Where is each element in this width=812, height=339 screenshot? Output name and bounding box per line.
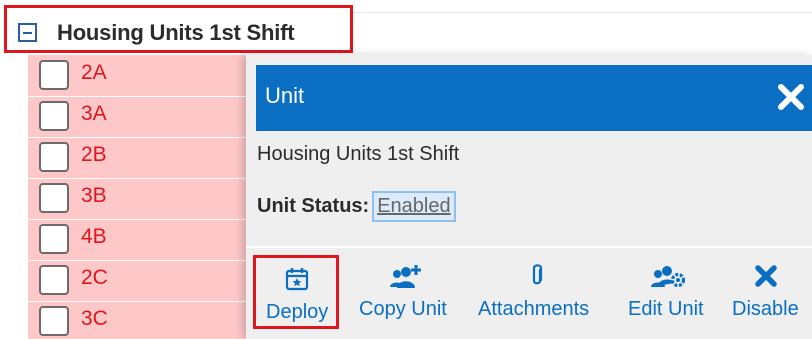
unit-row[interactable]: 2B bbox=[28, 137, 250, 179]
unit-popup: Unit Housing Units 1st Shift Unit Status… bbox=[246, 55, 812, 339]
unit-checkbox[interactable] bbox=[39, 265, 69, 295]
unit-row[interactable]: 3A bbox=[28, 96, 250, 138]
unit-label: 2B bbox=[81, 143, 107, 166]
unit-label: 2A bbox=[81, 61, 107, 84]
unit-status-label: Unit Status: bbox=[257, 195, 370, 217]
deploy-label: Deploy bbox=[266, 301, 329, 323]
close-button[interactable] bbox=[776, 82, 806, 112]
deploy-button[interactable]: Deploy bbox=[253, 255, 339, 329]
unit-label: 3B bbox=[81, 184, 107, 207]
group-title: Housing Units 1st Shift bbox=[57, 20, 295, 45]
unit-label: 3C bbox=[81, 307, 108, 330]
unit-status-row: Unit Status: Enabled bbox=[257, 191, 456, 222]
popup-title: Unit bbox=[265, 83, 305, 108]
users-plus-icon bbox=[390, 265, 421, 288]
edit-unit-button[interactable]: Edit Unit bbox=[627, 255, 711, 329]
unit-label: 4B bbox=[81, 225, 107, 248]
unit-label: 3A bbox=[81, 102, 107, 125]
unit-checkbox[interactable] bbox=[39, 101, 69, 131]
popup-header: Unit bbox=[256, 65, 812, 131]
unit-status-link[interactable]: Enabled bbox=[372, 191, 456, 222]
unit-row[interactable]: 4B bbox=[28, 219, 250, 261]
unit-row[interactable]: 2C bbox=[28, 260, 250, 302]
unit-checkbox[interactable] bbox=[39, 224, 69, 254]
top-divider bbox=[353, 12, 812, 13]
unit-name: Housing Units 1st Shift bbox=[257, 143, 460, 165]
unit-checkbox[interactable] bbox=[39, 60, 69, 90]
attachments-label: Attachments bbox=[478, 298, 590, 320]
attachments-button[interactable]: Attachments bbox=[477, 255, 603, 329]
unit-row[interactable]: 3B bbox=[28, 178, 250, 220]
unit-checkbox[interactable] bbox=[39, 142, 69, 172]
toolbar-divider bbox=[246, 246, 812, 248]
collapse-icon[interactable] bbox=[18, 23, 37, 42]
disable-label: Disable bbox=[732, 298, 799, 320]
users-gear-icon bbox=[651, 266, 686, 288]
disable-button[interactable]: Disable bbox=[731, 255, 807, 329]
edit-unit-label: Edit Unit bbox=[628, 298, 704, 320]
group-header: Housing Units 1st Shift bbox=[4, 5, 353, 53]
unit-list: 2A 3A 2B 3B 4B 2C 3C bbox=[28, 55, 250, 339]
unit-label: 2C bbox=[81, 266, 108, 289]
calendar-star-icon bbox=[285, 268, 309, 291]
x-icon bbox=[755, 265, 777, 287]
unit-row[interactable]: 2A bbox=[28, 55, 250, 97]
unit-row[interactable]: 3C bbox=[28, 301, 250, 339]
copy-unit-label: Copy Unit bbox=[359, 298, 447, 320]
copy-unit-button[interactable]: Copy Unit bbox=[358, 255, 454, 329]
unit-checkbox[interactable] bbox=[39, 183, 69, 213]
paperclip-icon bbox=[532, 264, 543, 285]
close-icon bbox=[778, 84, 804, 110]
unit-checkbox[interactable] bbox=[39, 306, 69, 336]
